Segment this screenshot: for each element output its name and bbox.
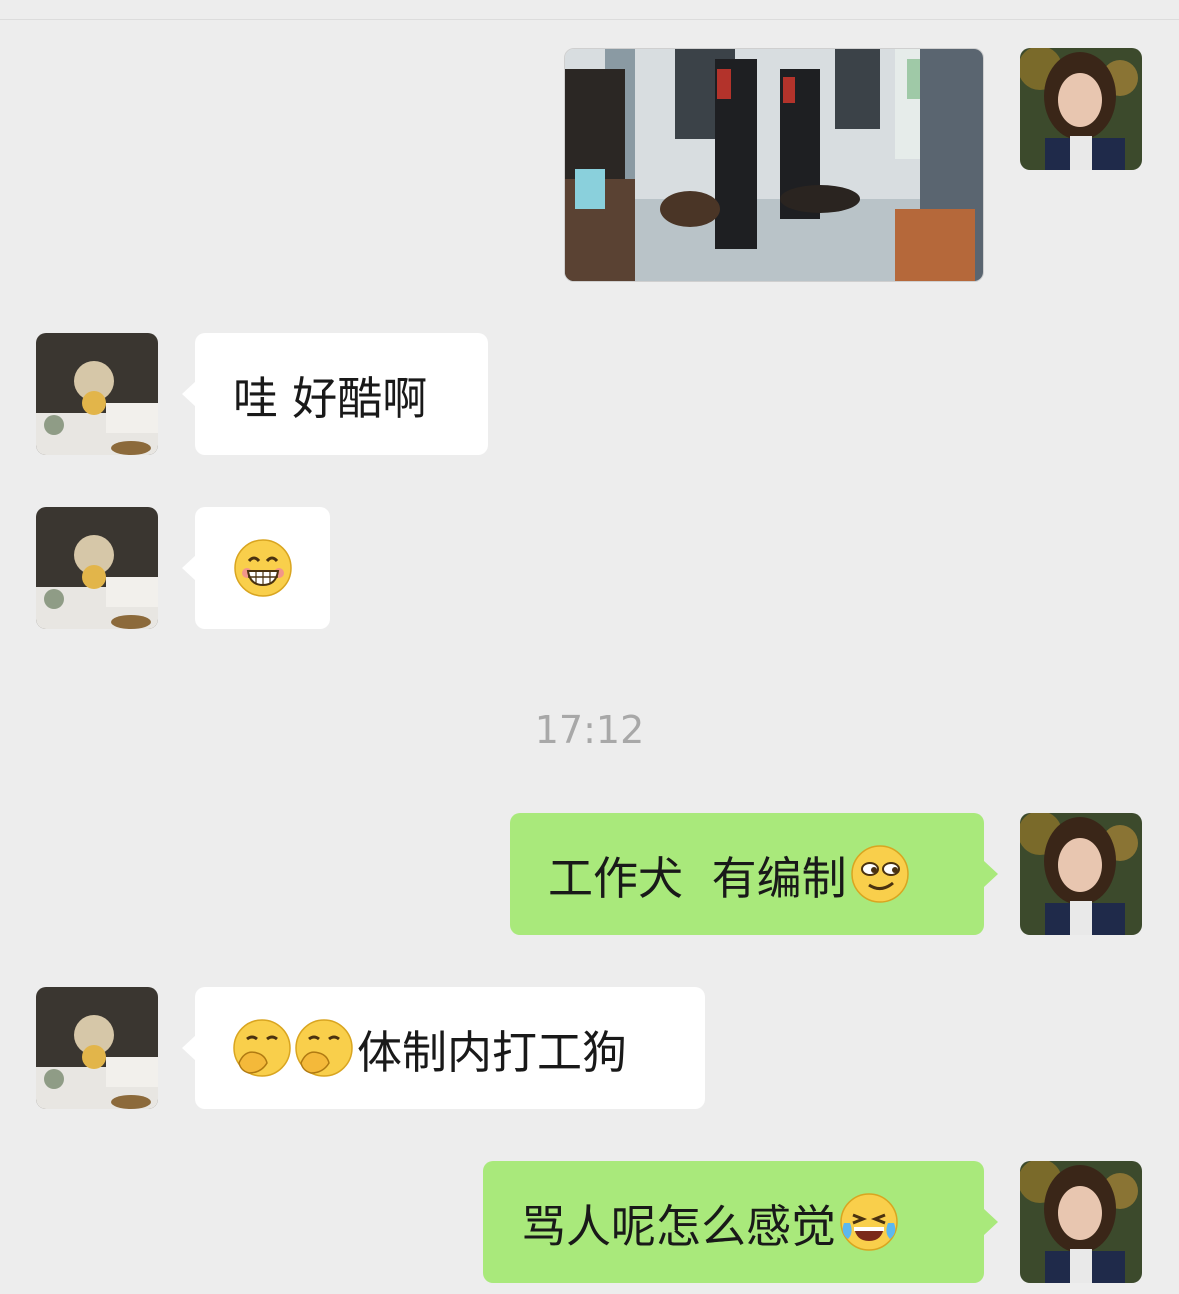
message-text: 骂人呢怎么感觉 <box>521 1199 837 1253</box>
bubble-tail <box>182 1035 196 1061</box>
friend-avatar[interactable] <box>36 333 158 455</box>
friend-avatar[interactable] <box>36 507 158 629</box>
friend-avatar[interactable] <box>36 987 158 1109</box>
bubble-tail <box>182 381 196 407</box>
facepalm-emoji-icon <box>233 1019 291 1077</box>
laugh-cry-emoji-icon <box>840 1193 898 1251</box>
message-bubble[interactable]: 哇 好酷啊 <box>182 333 488 455</box>
my-avatar[interactable] <box>1020 1161 1142 1283</box>
bubble-tail <box>182 555 196 581</box>
my-avatar[interactable] <box>1020 48 1142 170</box>
message-bubble[interactable]: 体制内打工狗 <box>182 987 705 1109</box>
message-bubble[interactable]: 骂人呢怎么感觉 <box>483 1161 998 1283</box>
smirk-emoji-icon <box>850 845 909 903</box>
bubble-tail <box>984 1209 998 1235</box>
facepalm-emoji-icon <box>295 1019 353 1077</box>
shared-photo[interactable] <box>564 48 984 282</box>
message-bubble[interactable]: 工作犬 有编制 <box>510 813 998 935</box>
grin-emoji-icon <box>233 539 292 597</box>
timestamp: 17:12 <box>534 708 645 752</box>
my-avatar[interactable] <box>1020 813 1142 935</box>
message-text: 哇 好酷啊 <box>233 371 428 425</box>
top-divider <box>0 0 1179 20</box>
bubble-tail <box>984 861 998 887</box>
message-text: 体制内打工狗 <box>357 1025 628 1079</box>
message-bubble[interactable] <box>182 507 330 629</box>
message-text: 工作犬 有编制 <box>548 851 847 905</box>
